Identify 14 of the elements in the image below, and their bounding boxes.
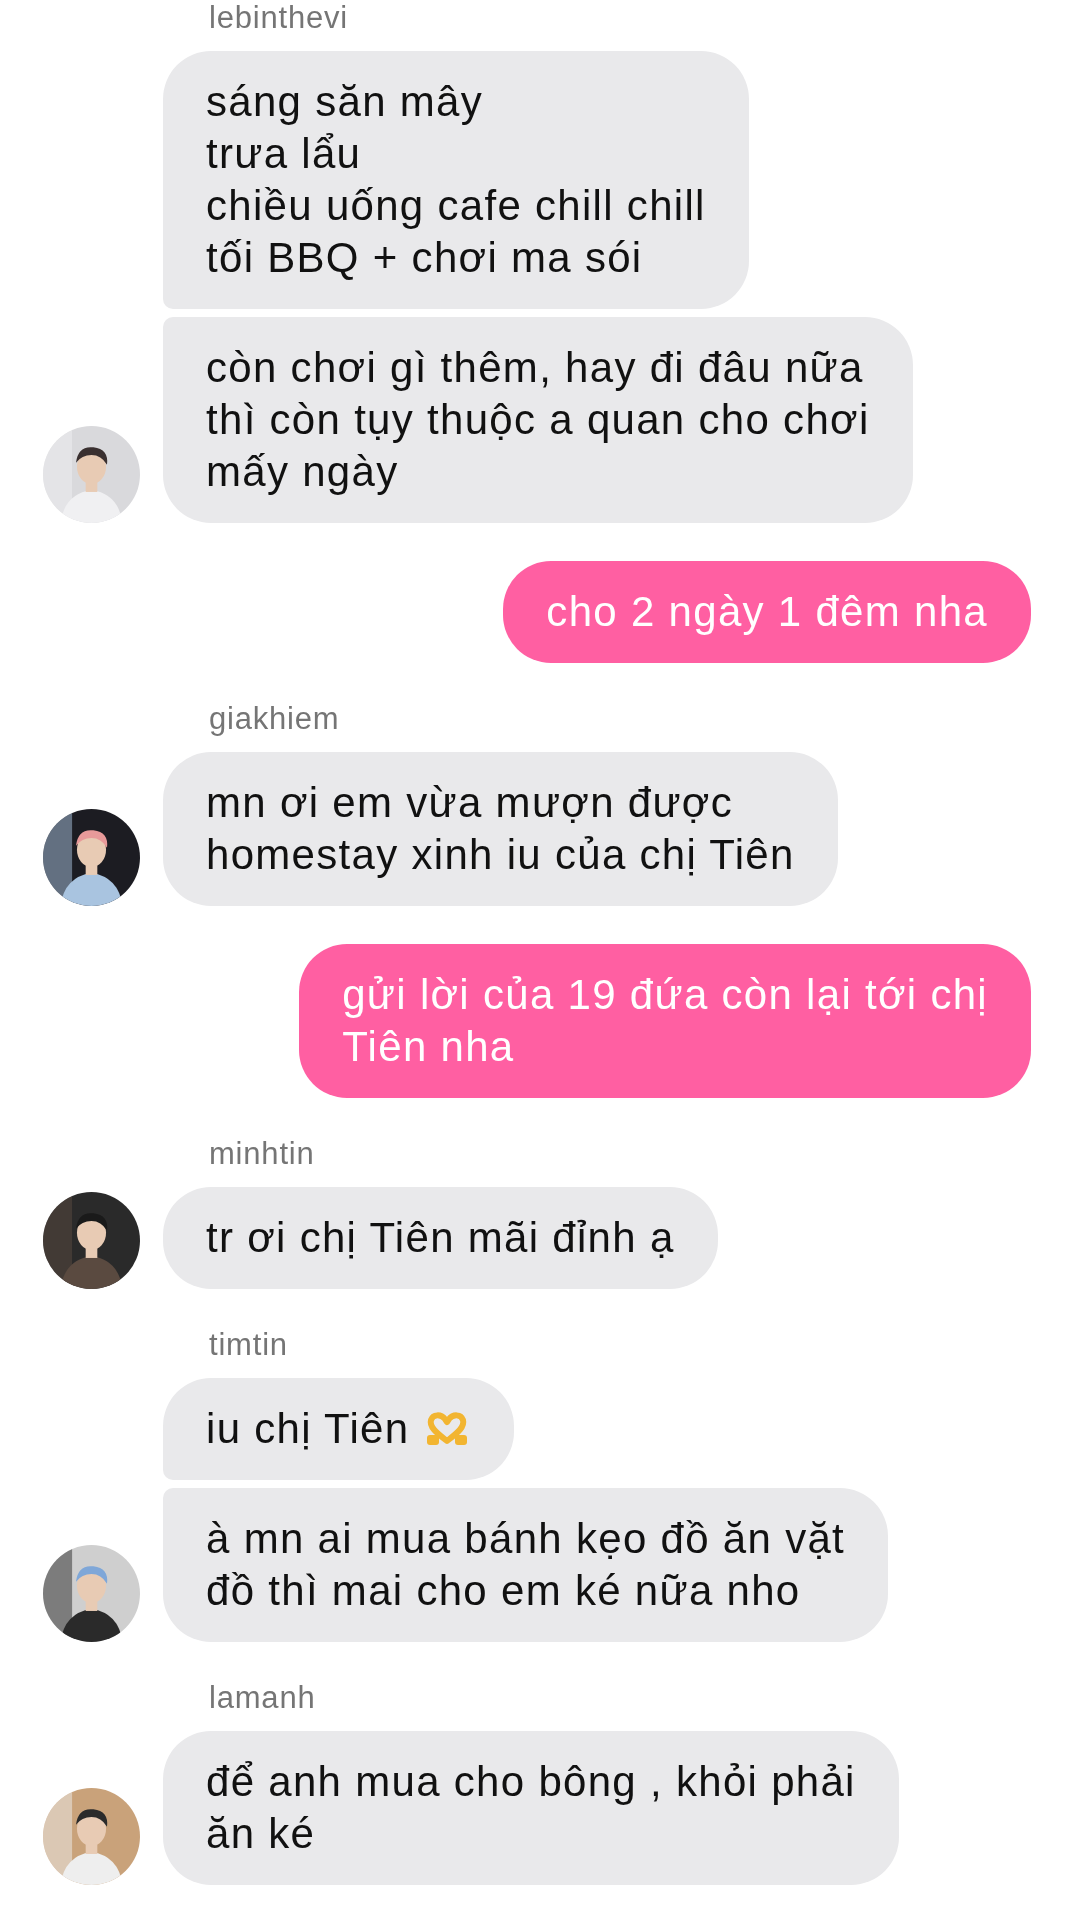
message-text: sáng săn mây trưa lẩu chiều uống cafe chill chill tối BBQ + chơi ma sói xyxy=(206,77,706,283)
sender-name: lebinthevi xyxy=(209,0,349,36)
sender-name: minhtin xyxy=(209,1136,316,1172)
sender-name: lamanh xyxy=(209,1680,317,1716)
message-text: cho 2 ngày 1 đêm nha xyxy=(546,587,988,637)
sender-name: timtin xyxy=(209,1327,289,1363)
message-text: iu chị Tiên xyxy=(206,1404,410,1454)
sender-name: giakhiem xyxy=(209,701,341,737)
message-text: mn ơi em vừa mượn được homestay xinh iu của chị Tiên xyxy=(206,778,795,880)
message-text: để anh mua cho bông , khỏi phải ăn ké xyxy=(206,1757,856,1859)
message-text: à mn ai mua bánh kẹo đồ ăn vặt đồ thì mai cho em ké nữa nho xyxy=(206,1514,846,1616)
message-text: còn chơi gì thêm, hay đi đâu nữa thì còn tụy thuộc a quan cho chơi mấy ngày xyxy=(206,343,870,497)
message-text: gửi lời của 19 đứa còn lại tới chị Tiên nha xyxy=(342,970,988,1072)
message-text: tr ơi chị Tiên mãi đỉnh ạ xyxy=(206,1213,675,1263)
